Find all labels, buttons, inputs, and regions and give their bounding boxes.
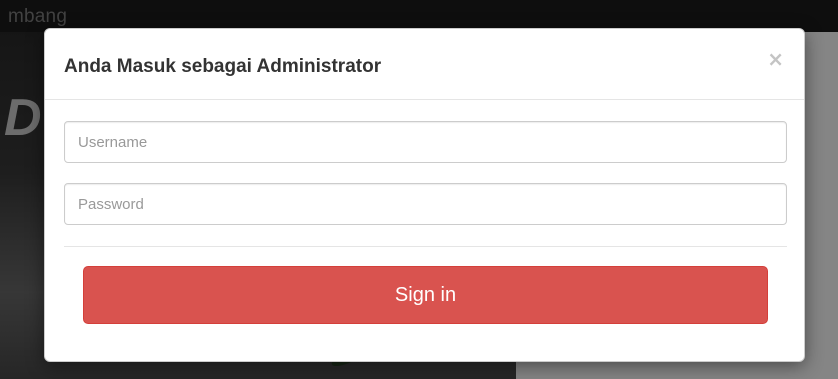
- page: mbang D Anda Masuk sebagai Administrator…: [0, 0, 838, 379]
- modal-header: Anda Masuk sebagai Administrator ×: [45, 29, 804, 100]
- close-icon[interactable]: ×: [767, 49, 784, 69]
- password-input[interactable]: [64, 183, 787, 225]
- modal-title: Anda Masuk sebagai Administrator: [64, 56, 382, 77]
- sign-in-button[interactable]: Sign in: [83, 266, 768, 324]
- form-divider: [64, 246, 787, 247]
- login-modal: Anda Masuk sebagai Administrator × Sign …: [44, 28, 805, 362]
- username-input[interactable]: [64, 121, 787, 163]
